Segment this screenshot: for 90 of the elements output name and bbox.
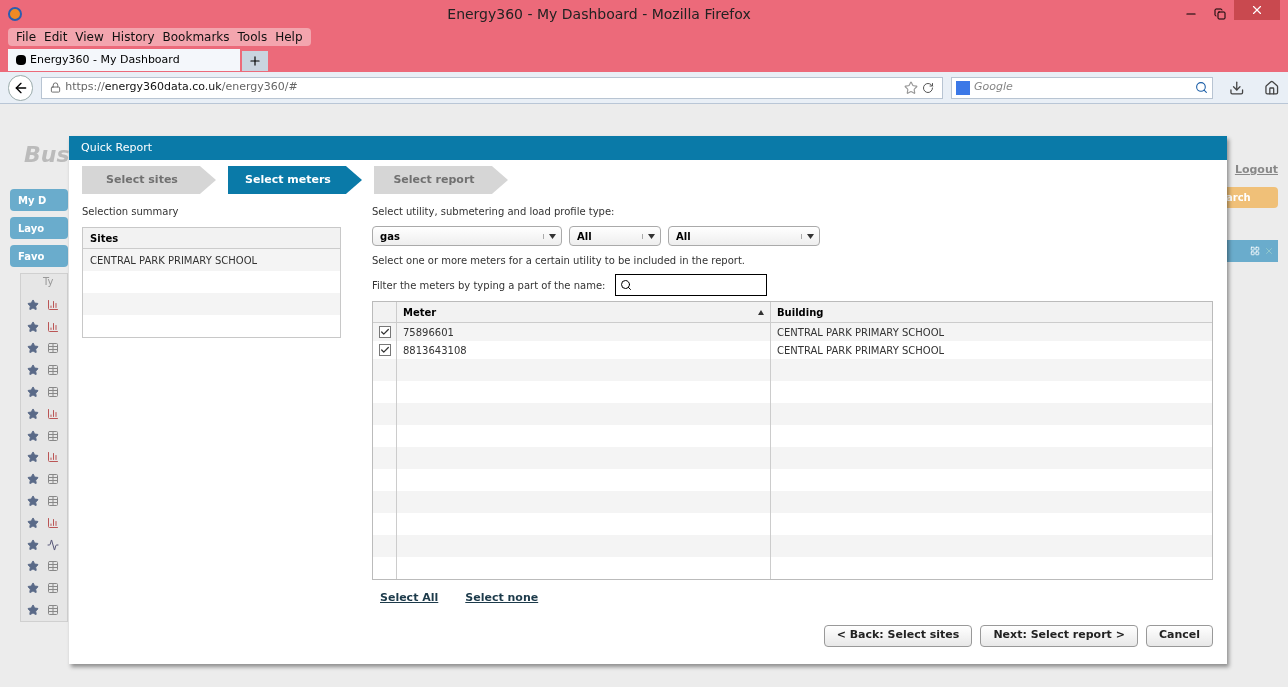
favourite-star-icon[interactable] [27,364,39,377]
favourite-star-icon[interactable] [27,516,39,529]
dropdown[interactable]: All [569,226,661,246]
search-engine-icon [956,80,971,95]
instruction-text: Select one or more meters for a certain utility to be included in the report. [372,254,746,268]
table-icon [47,342,59,355]
wizard-step[interactable]: Select meters [228,166,362,194]
dropdown-caret-icon [807,233,814,239]
menu-item[interactable]: Bookmarks [158,28,234,46]
bookmark-star-icon[interactable] [904,80,919,95]
menu-item[interactable]: Edit [40,28,72,46]
table-icon [47,604,59,617]
favourite-star-icon[interactable] [27,298,39,311]
menu-item[interactable]: Tools [233,28,272,46]
table-cell-text: CENTRAL PARK PRIMARY SCHOOL [777,343,945,358]
sort-ascending-icon [758,309,764,315]
chart-icon [47,407,59,420]
filter-label: Filter the meters by typing a part of the name: [372,278,606,293]
address-field[interactable]: https://energy360data.co.uk/energy360/# [41,76,944,99]
url-text: https://energy360data.co.uk/energy360/# [65,79,298,96]
dropdown[interactable]: gas [372,226,562,246]
favourite-star-icon[interactable] [27,473,39,486]
close-icon [1250,3,1264,17]
table-icon [47,429,59,442]
chart-icon [47,516,59,529]
search-input[interactable]: Google [974,79,1191,96]
search-icon [620,279,633,291]
search-icon [1195,81,1208,94]
dropdown[interactable]: All [668,226,820,246]
menu-item[interactable]: File [12,28,41,46]
window-title: Energy360 - My Dashboard - Mozilla Firefox [446,4,752,24]
plus-icon [248,54,262,68]
table-icon [47,386,59,399]
browser-tab[interactable]: Energy360 - My Dashboard [8,49,240,71]
favourite-star-icon[interactable] [27,604,39,617]
menu-item[interactable]: Help [271,28,307,46]
chart-icon [47,320,59,333]
checkbox[interactable] [378,326,391,338]
favourite-star-icon[interactable] [27,386,39,399]
new-tab-button[interactable] [242,51,268,71]
favourite-star-icon[interactable] [27,495,39,508]
menu-item[interactable]: View [71,28,108,46]
close-icon [1264,245,1274,256]
table-icon [47,495,59,508]
favourite-star-icon[interactable] [27,342,39,355]
link[interactable]: Select All [380,590,439,607]
favourite-star-icon[interactable] [27,451,39,464]
favourite-star-icon[interactable] [27,407,39,420]
table-icon [47,364,59,377]
grid-icon [1250,245,1260,256]
table-cell-text: 8813643108 [403,343,467,358]
link[interactable]: Select none [465,590,539,607]
search-field[interactable]: Google [951,76,1213,99]
dialog-button[interactable]: Cancel [1145,624,1213,647]
chart-icon [47,298,59,311]
browser-logo-icon [8,7,22,21]
table-icon [47,473,59,486]
filter-field[interactable] [615,274,768,296]
favourite-star-icon[interactable] [27,538,39,551]
favourite-star-icon[interactable] [27,429,39,442]
tab-favicon-icon [16,55,26,65]
column-header: Sites [83,228,340,249]
menu-item[interactable]: History [107,28,159,46]
dropdown-caret-icon [648,233,655,239]
favourite-star-icon[interactable] [27,582,39,595]
restore-icon[interactable] [1214,8,1226,20]
table-cell-text: CENTRAL PARK PRIMARY SCHOOL [777,325,945,340]
column-header[interactable]: Meter [397,302,771,322]
prompt-text: Select utility, submetering and load profile type: [372,205,616,219]
table-cell-text: 75896601 [403,325,454,340]
checkbox[interactable] [378,344,391,356]
table-cell-text: CENTRAL PARK PRIMARY SCHOOL [90,253,258,268]
back-button[interactable] [8,74,34,101]
column-header[interactable]: Building [771,302,1212,322]
section-label: Selection summary [82,205,180,219]
table-icon [47,582,59,595]
dialog-button[interactable]: Next: Select report > [980,624,1138,647]
home-icon[interactable] [1264,79,1280,96]
table-icon [47,560,59,573]
favourite-star-icon[interactable] [27,560,39,573]
lock-icon [50,82,62,93]
chart-icon [47,451,59,464]
download-icon[interactable] [1229,79,1245,96]
line-chart-icon [47,538,59,551]
dialog-title: Quick Report [69,136,1227,160]
favourite-star-icon[interactable] [27,320,39,333]
reload-icon[interactable] [922,81,935,94]
column-header: Ty [42,275,55,289]
dropdown-caret-icon [549,233,556,239]
dialog-button[interactable]: < Back: Select sites [823,624,973,647]
